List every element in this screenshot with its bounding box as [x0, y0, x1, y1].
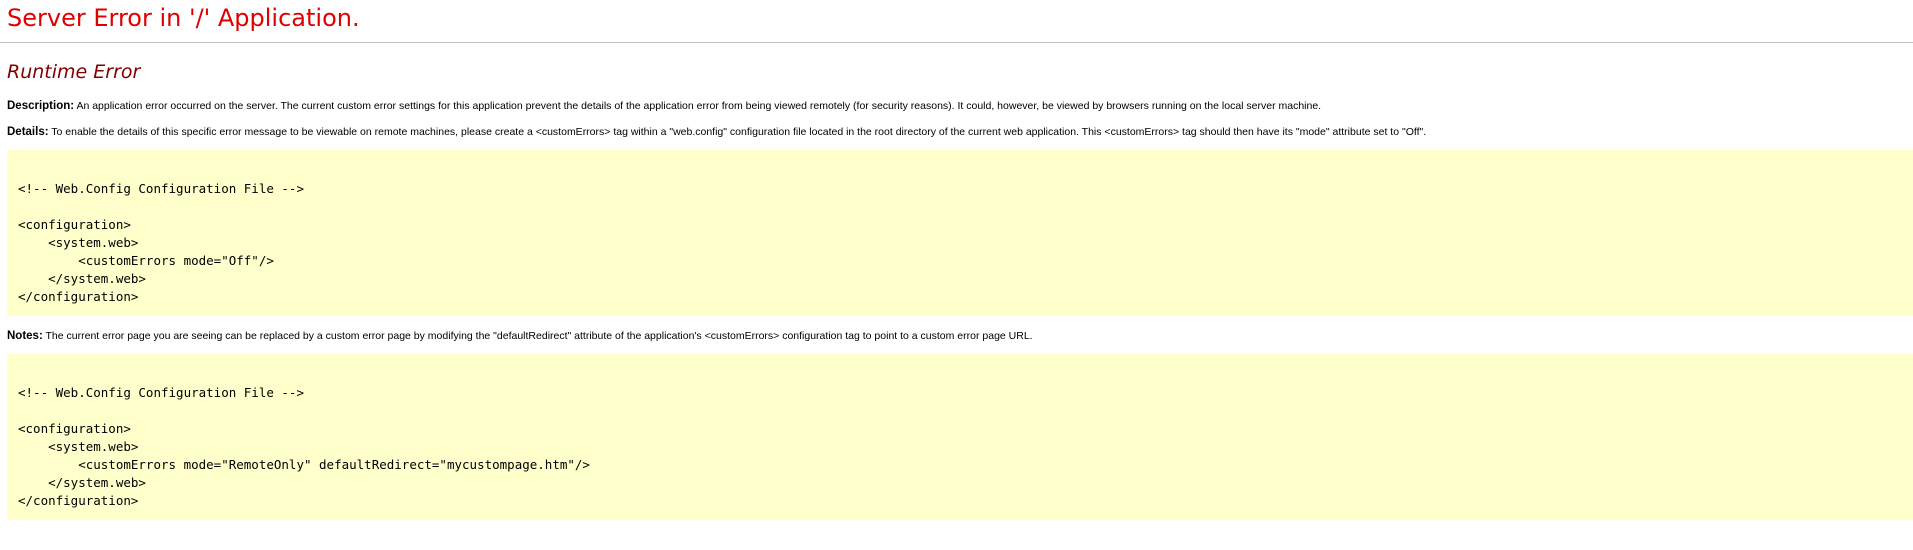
config-sample-remoteonly-code: <!-- Web.Config Configuration File --> <… [18, 385, 590, 508]
error-type-heading: Runtime Error [7, 61, 141, 83]
notes-label: Notes: [7, 330, 43, 342]
page-title: Server Error in '/' Application. [7, 4, 360, 32]
details-label: Details: [7, 126, 49, 138]
config-sample-remoteonly: <!-- Web.Config Configuration File --> <… [7, 354, 1913, 520]
details-paragraph: Details: To enable the details of this s… [7, 125, 1426, 139]
notes-paragraph: Notes: The current error page you are se… [7, 329, 1033, 343]
error-page: Server Error in '/' Application. Runtime… [0, 0, 1913, 550]
config-sample-off-code: <!-- Web.Config Configuration File --> <… [18, 181, 304, 304]
notes-text: The current error page you are seeing ca… [45, 330, 1033, 342]
description-label: Description: [7, 100, 75, 112]
description-paragraph: Description: An application error occurr… [7, 99, 1321, 113]
description-text: An application error occurred on the ser… [76, 100, 1322, 112]
title-divider [0, 42, 1913, 43]
config-sample-off: <!-- Web.Config Configuration File --> <… [7, 150, 1913, 316]
details-text: To enable the details of this specific e… [51, 126, 1427, 138]
